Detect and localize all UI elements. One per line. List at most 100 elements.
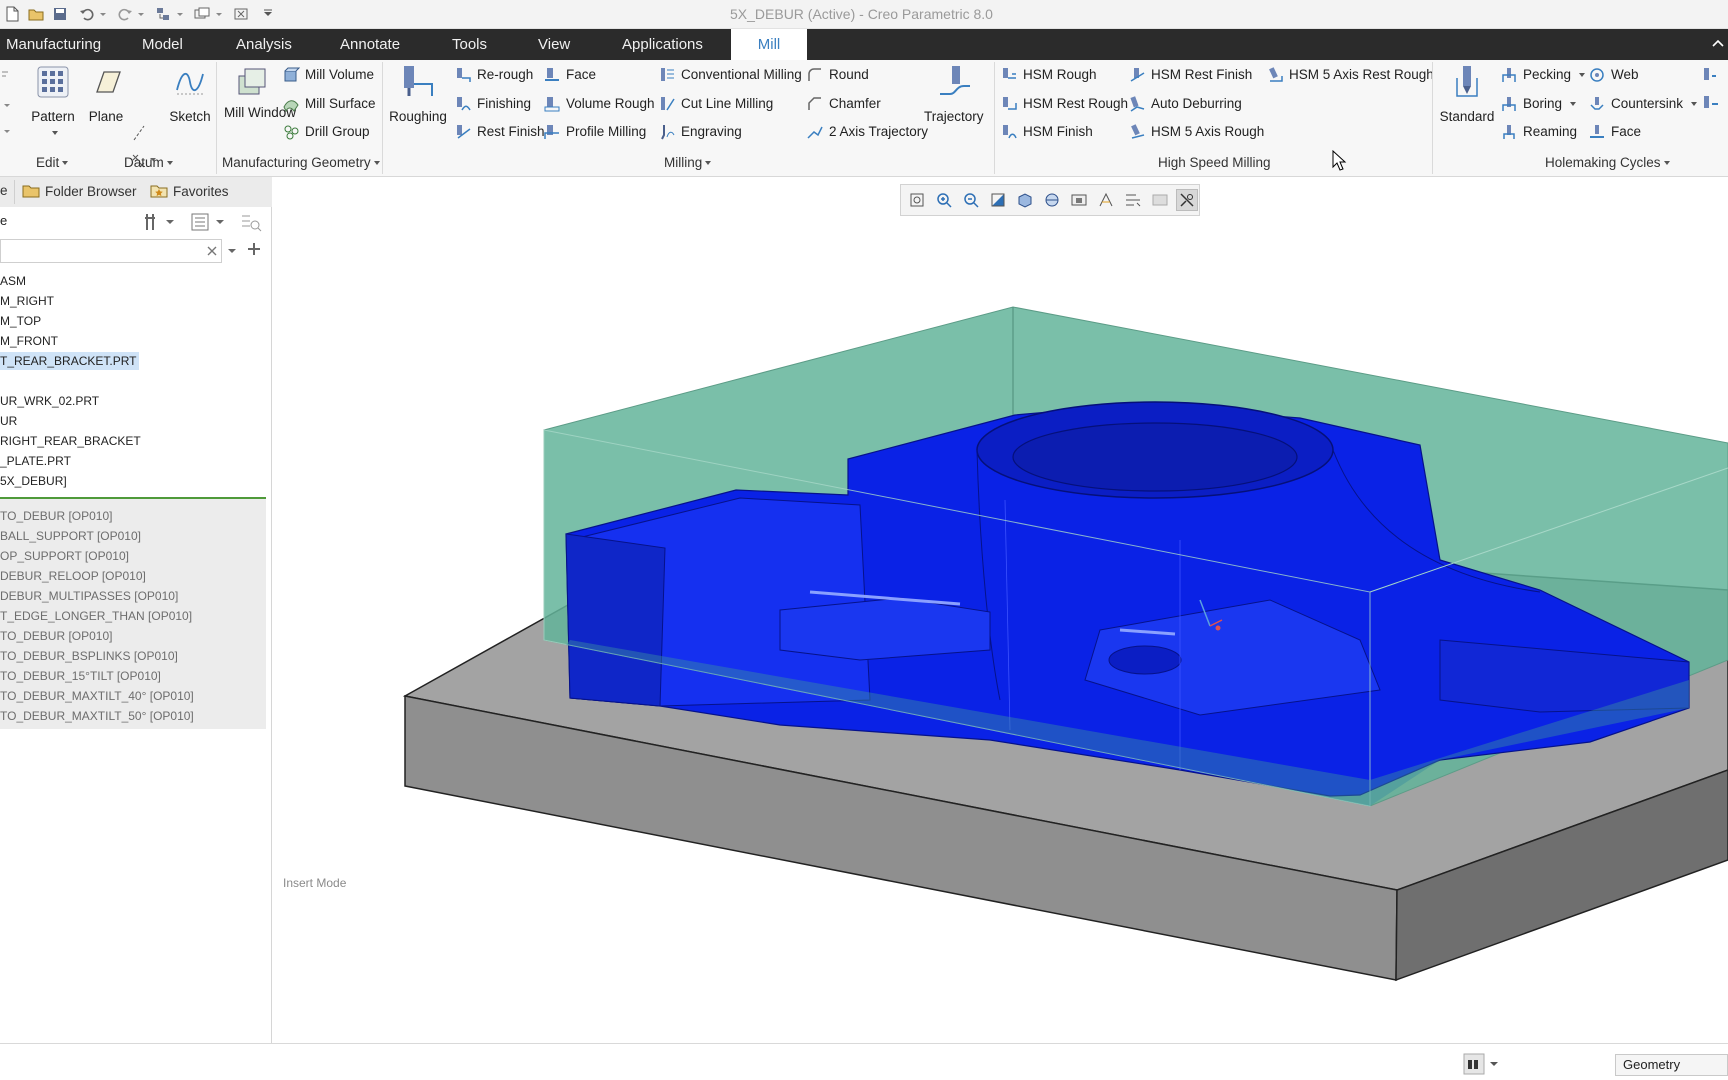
perspective-view-icon[interactable] <box>1095 189 1117 211</box>
tree-item[interactable]: M_RIGHT <box>0 292 54 310</box>
rest-finish-button[interactable]: Rest Finish <box>454 121 545 143</box>
operation-item[interactable]: TO_DEBUR [OP010] <box>0 507 113 525</box>
boring-button[interactable]: Boring <box>1500 93 1577 115</box>
repaint-icon[interactable] <box>987 189 1009 211</box>
customize-toolbar-icon[interactable] <box>262 5 274 23</box>
tab-view[interactable]: View <box>532 29 576 60</box>
volume-rough-button[interactable]: Volume Rough <box>543 93 655 115</box>
sketch-button[interactable]: Sketch <box>168 64 212 125</box>
roughing-button[interactable]: Roughing <box>388 64 448 125</box>
redo-icon[interactable] <box>116 5 134 23</box>
annotation-display-icon[interactable] <box>1149 189 1171 211</box>
regenerate-icon[interactable] <box>154 5 172 23</box>
search-dropdown-icon[interactable] <box>226 245 238 257</box>
engraving-button[interactable]: Engraving <box>658 121 742 143</box>
tree-item[interactable]: ASM <box>0 272 26 290</box>
tree-item[interactable]: _PLATE.PRT <box>0 452 71 470</box>
operation-item[interactable]: OP_SUPPORT [OP010] <box>0 547 129 565</box>
datum-display-filters-icon[interactable] <box>1122 189 1144 211</box>
datum-group-label[interactable]: Datum <box>124 155 173 170</box>
collapse-ribbon-icon[interactable] <box>1712 38 1724 48</box>
smart-selection-icon[interactable] <box>1462 1052 1502 1076</box>
graphics-viewport[interactable] <box>273 177 1728 1043</box>
show-columns-icon[interactable] <box>190 212 226 232</box>
tab-analysis[interactable]: Analysis <box>230 29 298 60</box>
tree-item[interactable]: 5X_DEBUR] <box>0 472 67 490</box>
tree-item[interactable]: M_TOP <box>0 312 41 330</box>
pattern-button[interactable]: Pattern <box>28 64 78 140</box>
hsm-5-axis-rough-button[interactable]: HSM 5 Axis Rough <box>1128 121 1264 143</box>
tab-folder-browser[interactable]: Folder Browser <box>22 183 137 199</box>
display-style-icon[interactable] <box>1014 189 1036 211</box>
hsm-rest-rough-button[interactable]: HSM Rest Rough <box>1000 93 1128 115</box>
tab-manufacturing[interactable]: Manufacturing <box>0 29 107 60</box>
tab-annotate[interactable]: Annotate <box>334 29 406 60</box>
pecking-dropdown-icon[interactable] <box>1579 73 1586 77</box>
windows-icon[interactable] <box>193 5 211 23</box>
hsm-rest-finish-button[interactable]: HSM Rest Finish <box>1128 64 1252 86</box>
clear-search-icon[interactable] <box>205 244 219 258</box>
mill-surface-button[interactable]: Mill Surface <box>282 93 376 115</box>
tree-item[interactable]: T_REAR_BRACKET.PRT <box>0 352 140 370</box>
hsm-finish-button[interactable]: HSM Finish <box>1000 121 1093 143</box>
face-milling-button[interactable]: Face <box>543 64 596 86</box>
new-file-icon[interactable] <box>3 5 21 23</box>
round-button[interactable]: Round <box>806 64 869 86</box>
model-tree-search-input[interactable] <box>0 239 222 263</box>
edit-group-label[interactable]: Edit <box>36 155 69 170</box>
mill-volume-button[interactable]: Mill Volume <box>282 64 374 86</box>
countersink-dropdown-icon[interactable] <box>1691 102 1698 106</box>
operation-item[interactable]: TO_DEBUR [OP010] <box>0 627 113 645</box>
hsm-rough-button[interactable]: HSM Rough <box>1000 64 1097 86</box>
manufacturing-geometry-group-label[interactable]: Manufacturing Geometry <box>222 155 380 170</box>
tree-filters-icon[interactable] <box>240 212 262 232</box>
profile-milling-button[interactable]: Profile Milling <box>543 121 646 143</box>
operation-item[interactable]: T_EDGE_LONGER_THAN [OP010] <box>0 607 192 625</box>
hole-face-button[interactable]: Face <box>1588 121 1641 143</box>
tab-applications[interactable]: Applications <box>616 29 709 60</box>
model-view-3d[interactable] <box>273 177 1728 1043</box>
re-rough-button[interactable]: Re-rough <box>454 64 533 86</box>
close-window-icon[interactable] <box>232 5 250 23</box>
refit-icon[interactable] <box>906 189 928 211</box>
zoom-out-icon[interactable] <box>960 189 982 211</box>
boring-dropdown-icon[interactable] <box>1570 102 1577 106</box>
tab-model[interactable]: Model <box>136 29 189 60</box>
tree-item[interactable]: M_FRONT <box>0 332 58 350</box>
datum-axis-icon[interactable] <box>130 124 148 142</box>
saved-orientations-icon[interactable] <box>1041 189 1063 211</box>
tree-settings-icon[interactable] <box>144 212 176 232</box>
redo-dropdown-icon[interactable] <box>136 5 146 23</box>
finishing-button[interactable]: Finishing <box>454 93 531 115</box>
two-axis-trajectory-button[interactable]: 2 Axis Trajectory <box>806 121 928 143</box>
web-button[interactable]: Web <box>1588 64 1639 86</box>
operation-item[interactable]: TO_DEBUR_BSPLINKS [OP010] <box>0 647 178 665</box>
milling-group-label[interactable]: Milling <box>664 155 712 170</box>
tab-mill[interactable]: Mill <box>731 29 807 61</box>
plane-button[interactable]: Plane <box>86 64 126 125</box>
standard-drill-button[interactable]: Standard <box>1438 64 1496 125</box>
holemaking-cycles-group-label[interactable]: Holemaking Cycles <box>1545 155 1670 170</box>
selection-filter-dropdown[interactable]: Geometry <box>1615 1054 1728 1076</box>
trajectory-button[interactable]: Trajectory <box>924 64 984 125</box>
mill-window-button[interactable]: Mill Window <box>224 64 296 121</box>
tool-path-display-icon[interactable] <box>1176 189 1198 211</box>
tapping-icon[interactable] <box>1700 66 1728 112</box>
zoom-in-icon[interactable] <box>933 189 955 211</box>
reaming-button[interactable]: Reaming <box>1500 121 1577 143</box>
operation-item[interactable]: DEBUR_MULTIPASSES [OP010] <box>0 587 178 605</box>
regenerate-dropdown-icon[interactable] <box>175 5 185 23</box>
open-file-icon[interactable] <box>27 5 45 23</box>
operation-item[interactable]: TO_DEBUR_MAXTILT_50° [OP010] <box>0 707 194 725</box>
tree-item[interactable]: RIGHT_REAR_BRACKET <box>0 432 141 450</box>
add-filter-icon[interactable] <box>246 241 262 257</box>
view-manager-icon[interactable] <box>1068 189 1090 211</box>
tab-tools[interactable]: Tools <box>446 29 493 60</box>
cut-line-milling-button[interactable]: Cut Line Milling <box>658 93 773 115</box>
pattern-dropdown-icon[interactable] <box>28 125 78 140</box>
tab-model-tree[interactable]: e <box>0 183 8 198</box>
operation-item[interactable]: BALL_SUPPORT [OP010] <box>0 527 141 545</box>
tab-favorites[interactable]: Favorites <box>150 183 229 199</box>
windows-dropdown-icon[interactable] <box>214 5 224 23</box>
tree-item[interactable]: UR_WRK_02.PRT <box>0 392 99 410</box>
